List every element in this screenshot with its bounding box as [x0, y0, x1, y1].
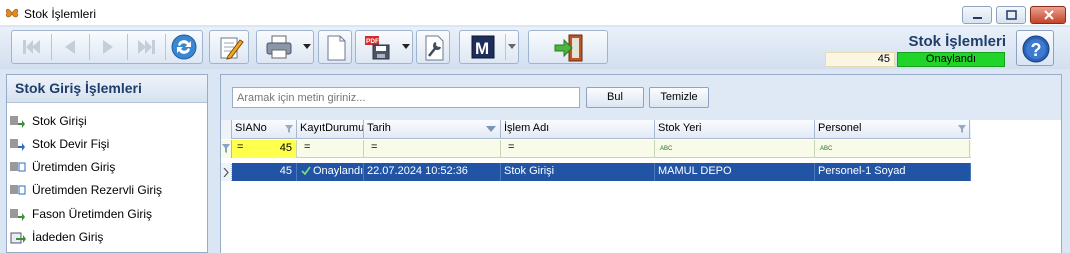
navigation-group	[11, 30, 203, 64]
refresh-icon	[171, 34, 197, 60]
find-button[interactable]: Bul	[586, 87, 644, 108]
cell-tarih: 22.07.2024 10:52:36	[364, 163, 501, 181]
filter-islem-adi[interactable]: =	[501, 140, 655, 158]
m-group: M	[459, 30, 519, 64]
close-button[interactable]	[1030, 6, 1066, 24]
sidebar-item-iadeden-giris[interactable]: İadeden Giriş	[10, 229, 205, 249]
m-icon: M	[471, 35, 495, 59]
pdf-save-button[interactable]: PDF	[358, 31, 398, 63]
next-record-button[interactable]	[90, 31, 126, 63]
sidebar-item-uretimden-giris[interactable]: Üretimden Giriş	[10, 159, 205, 179]
refresh-button[interactable]	[166, 31, 202, 63]
exit-icon	[554, 34, 583, 62]
cell-stok-yeri: MAMUL DEPO	[655, 163, 815, 181]
barcode-arrow-icon	[10, 139, 25, 151]
first-record-button[interactable]	[14, 31, 50, 63]
search-input[interactable]	[232, 87, 580, 108]
barcode-arrow-icon	[10, 185, 26, 195]
check-icon	[301, 166, 311, 176]
svg-text:M: M	[475, 39, 489, 58]
barcode-arrow-icon	[10, 116, 25, 128]
filter-stok-yeri[interactable]: ABC	[655, 140, 815, 158]
barcode-arrow-icon	[10, 209, 25, 221]
document-button[interactable]	[318, 30, 352, 64]
cell-sianu: 45	[232, 163, 297, 181]
clear-button[interactable]: Temizle	[649, 87, 709, 108]
filter-row: = 45 = = = ABC ABC	[221, 140, 971, 158]
chevron-down-icon	[402, 44, 410, 49]
filter-sianu[interactable]: = 45	[232, 140, 297, 158]
sort-descending-icon	[486, 126, 496, 132]
chevron-right-icon	[223, 168, 229, 177]
cell-islem-adi: Stok Girişi	[501, 163, 655, 181]
grid-header: SIANo KayıtDurumu Tarih İşlem Adı Stok Y…	[221, 120, 971, 139]
column-header-personel[interactable]: Personel	[815, 120, 970, 139]
edit-button[interactable]	[209, 30, 249, 64]
minimize-button[interactable]	[962, 6, 992, 24]
butterfly-icon	[6, 8, 18, 18]
filter-kayitdurumu[interactable]: =	[297, 140, 364, 158]
help-icon: ?	[1022, 35, 1050, 63]
column-header-islem-adi[interactable]: İşlem Adı	[501, 120, 655, 139]
document-icon	[327, 35, 346, 61]
column-header-sianu[interactable]: SIANo	[232, 120, 297, 139]
m-button[interactable]: M	[462, 31, 504, 63]
sidebar-item-stok-girisi[interactable]: Stok Girişi	[10, 113, 205, 133]
row-indicator	[221, 163, 232, 181]
svg-text:?: ?	[1031, 40, 1042, 60]
close-icon	[1044, 10, 1054, 20]
pdf-save-group: PDF	[355, 30, 413, 64]
settings-icon	[425, 35, 444, 61]
print-group	[256, 30, 314, 64]
maximize-button[interactable]	[996, 6, 1026, 24]
title-bar: Stok İşlemleri	[0, 0, 1070, 26]
pdf-save-icon: PDF	[365, 36, 390, 60]
print-dropdown[interactable]	[301, 31, 313, 63]
sidebar-item-fason-uretimden-giris[interactable]: Fason Üretimden Giriş	[10, 206, 205, 226]
maximize-icon	[1006, 10, 1017, 20]
edit-icon	[220, 37, 244, 60]
filter-icon[interactable]	[958, 125, 966, 133]
barcode-arrow-icon	[10, 162, 26, 172]
window-title: Stok İşlemleri	[24, 7, 97, 21]
return-icon	[10, 232, 26, 244]
column-header-tarih[interactable]: Tarih	[364, 120, 501, 139]
first-icon	[23, 40, 40, 54]
m-dropdown[interactable]	[506, 31, 518, 63]
prev-icon	[65, 40, 75, 54]
exit-button[interactable]	[528, 30, 608, 64]
next-icon	[103, 40, 113, 54]
filter-personel[interactable]: ABC	[815, 140, 970, 158]
sidebar-item-stok-devir-fisi[interactable]: Stok Devir Fişi	[10, 136, 205, 156]
previous-record-button[interactable]	[52, 31, 88, 63]
column-header-stok-yeri[interactable]: Stok Yeri	[655, 120, 815, 139]
svg-text:PDF: PDF	[366, 38, 379, 45]
sidebar-item-uretimden-rezervli-giris[interactable]: Üretimden Rezervli Giriş	[10, 182, 205, 202]
table-row[interactable]: 45 Onaylandı 22.07.2024 10:52:36 Stok Gi…	[231, 162, 972, 182]
minimize-icon	[973, 17, 982, 19]
page-title: Stok İşlemleri	[908, 33, 1006, 50]
record-number: 45	[825, 52, 895, 67]
print-icon	[266, 35, 292, 59]
pdf-save-dropdown[interactable]	[400, 31, 412, 63]
help-button[interactable]: ?	[1016, 30, 1054, 66]
sidebar-title: Stok Giriş İşlemleri	[7, 75, 207, 103]
column-header-kayitdurumu[interactable]: KayıtDurumu	[297, 120, 364, 139]
print-button[interactable]	[259, 31, 299, 63]
data-grid: SIANo KayıtDurumu Tarih İşlem Adı Stok Y…	[221, 120, 1061, 253]
last-record-button[interactable]	[128, 31, 164, 63]
status-badge: Onaylandı	[897, 52, 1005, 67]
settings-button[interactable]	[416, 30, 450, 64]
filter-icon	[222, 144, 230, 153]
last-icon	[138, 40, 155, 54]
filter-tarih[interactable]: =	[364, 140, 501, 158]
chevron-down-icon	[508, 44, 516, 49]
filter-icon[interactable]	[285, 125, 293, 133]
cell-personel: Personel-1 Soyad	[815, 163, 971, 181]
cell-kayitdurumu: Onaylandı	[297, 163, 364, 181]
chevron-down-icon	[303, 44, 311, 49]
